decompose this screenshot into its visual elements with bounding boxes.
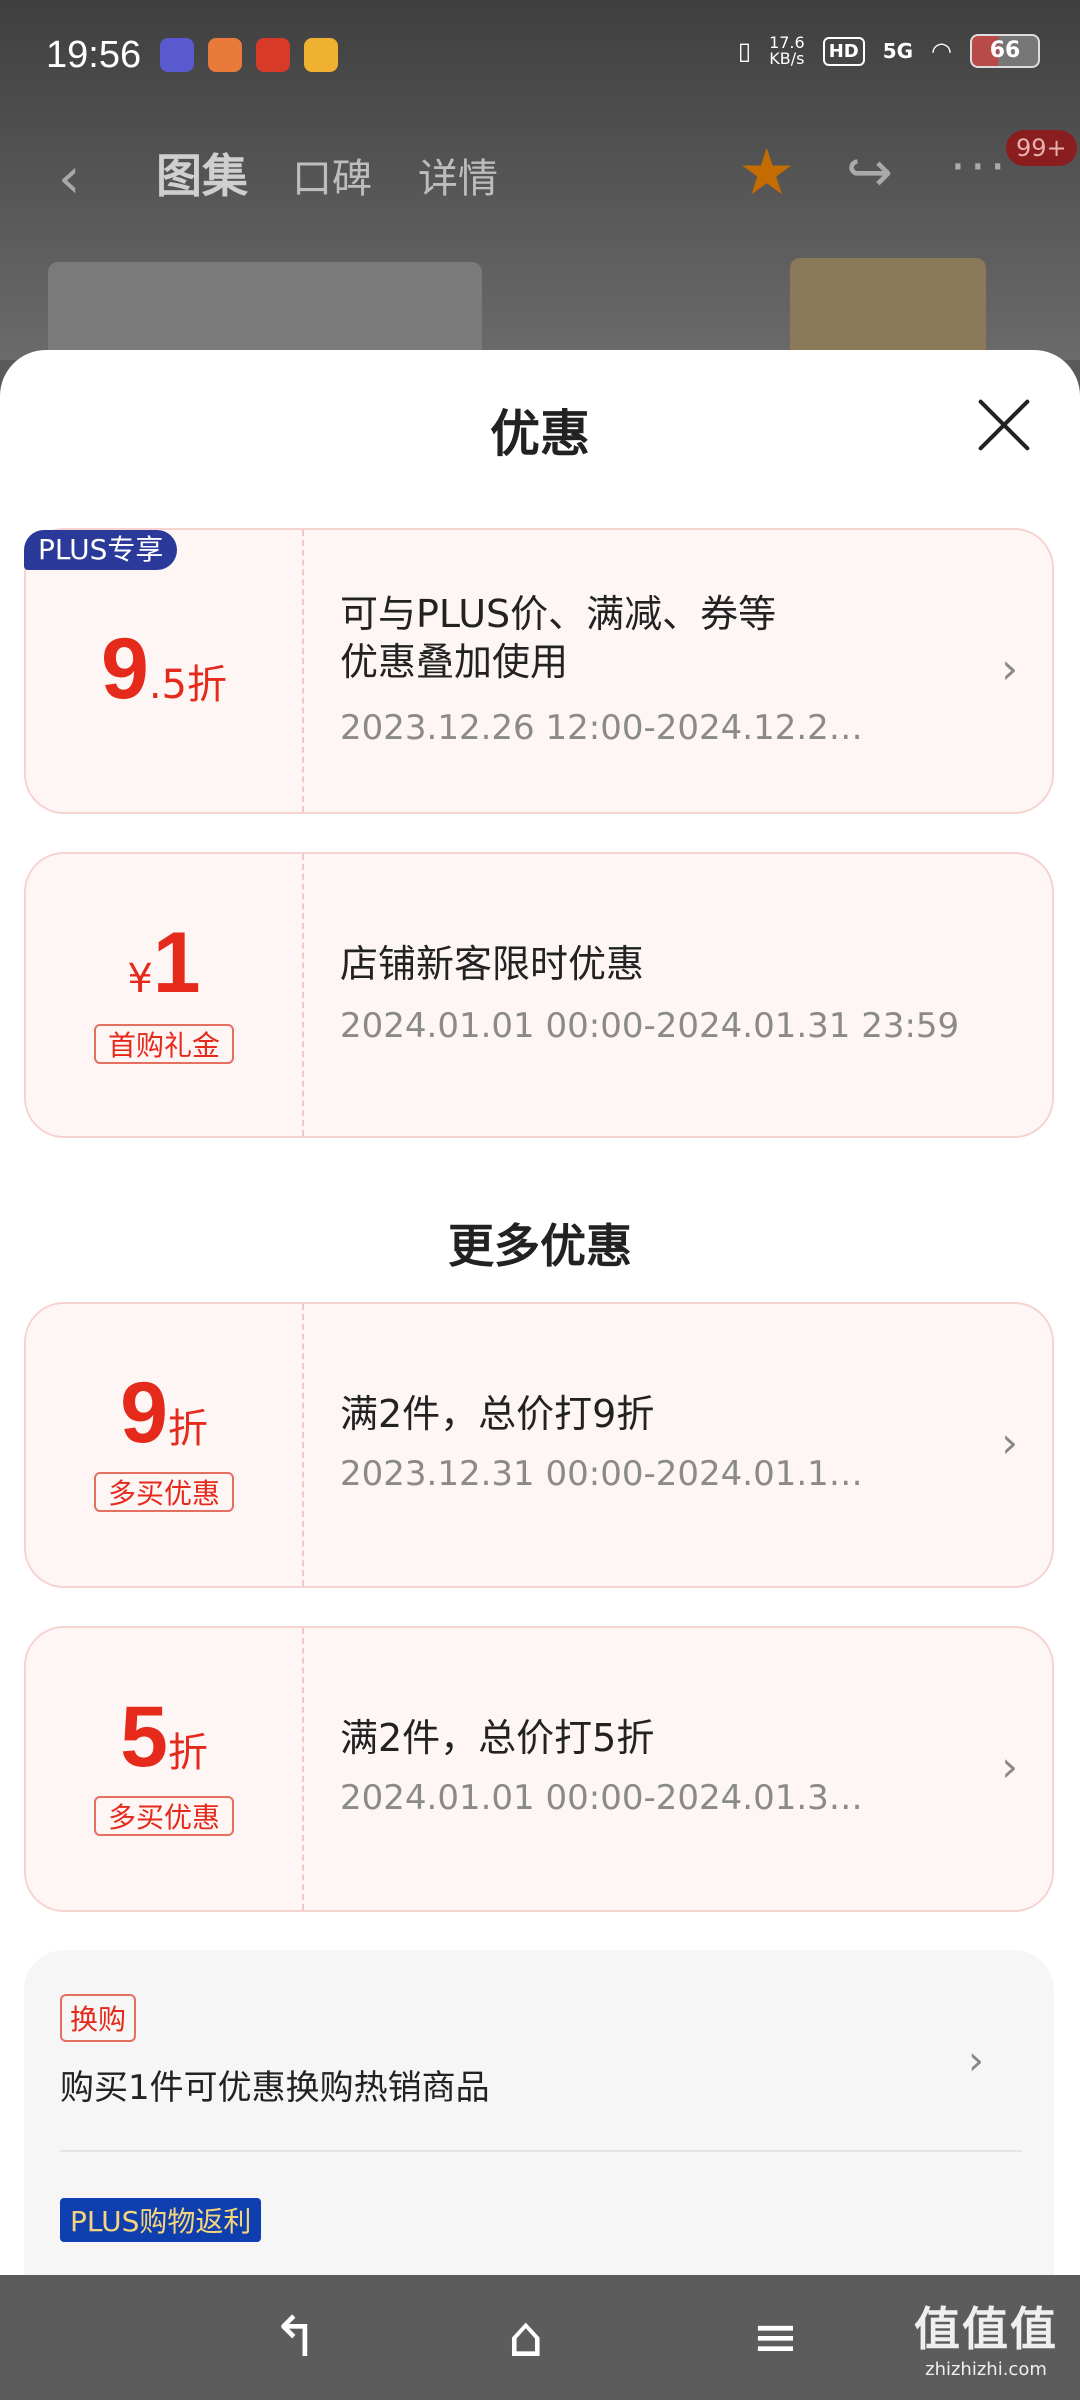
net-speed: 17.6 KB/s: [769, 35, 805, 67]
coupon-card-new-customer[interactable]: ¥1 首购礼金 店铺新客限时优惠 2024.01.01 00:00-2024.0…: [24, 852, 1054, 1138]
coupon-value-unit: 折: [167, 1730, 208, 1776]
menu-icon[interactable]: ≡: [752, 2305, 799, 2370]
coupon-value: 9折: [26, 1364, 302, 1463]
coupon-value-area: 5折 多买优惠: [26, 1628, 304, 1910]
divider: [60, 2150, 1022, 2152]
more-discounts-title: 更多优惠: [448, 1219, 632, 1273]
coupon-value-main: 9: [100, 621, 149, 717]
coupon-title: 满2件，总价打5折: [340, 1716, 655, 1760]
discount-sheet: 优惠 9.5折 可与PLUS价、满减、券等 优惠叠加使用 2023.12.26 …: [0, 350, 1080, 2275]
watermark-logo: 值值值: [914, 2302, 1058, 2356]
chevron-right-icon: ›: [1001, 1418, 1018, 1467]
coupon-date: 2024.01.01 00:00-2024.01.31 23:59: [340, 1006, 960, 1046]
watermark: 值值值 zhizhizhi.com: [914, 2293, 1058, 2380]
coupon-title-line1: 可与PLUS价、满减、券等: [340, 592, 777, 636]
coupon-date: 2023.12.26 12:00-2024.12.2…: [340, 708, 863, 748]
coupon-card-multi-buy[interactable]: 5折 多买优惠 满2件，总价打5折 2024.01.01 00:00-2024.…: [24, 1626, 1054, 1912]
coupon-title: 店铺新客限时优惠: [340, 942, 645, 986]
coupon-currency: ¥: [127, 956, 153, 1002]
exchange-text[interactable]: 购买1件可优惠换购热销商品: [60, 2060, 490, 2109]
plus-rebate-tag[interactable]: PLUS购物返利: [60, 2198, 262, 2242]
notification-icons: [160, 38, 338, 72]
chevron-right-icon: ›: [1001, 1742, 1018, 1791]
coupon-title: 可与PLUS价、满减、券等 优惠叠加使用: [340, 590, 776, 686]
coupon-value-area: 9折 多买优惠: [26, 1304, 304, 1586]
coupon-card-plus[interactable]: 9.5折 可与PLUS价、满减、券等 优惠叠加使用 2023.12.26 12:…: [24, 528, 1054, 814]
more-icon[interactable]: ···: [950, 138, 1010, 196]
coupon-date: 2024.01.01 00:00-2024.01.3…: [340, 1778, 863, 1818]
multi-buy-tag: 多买优惠: [94, 1472, 234, 1512]
coupon-value-main: 9: [120, 1365, 168, 1461]
favorite-star-icon[interactable]: ★: [738, 136, 795, 210]
net-speed-unit: KB/s: [769, 49, 805, 68]
vibrate-icon: ▯: [737, 37, 752, 65]
coupon-value-unit: 折: [167, 1406, 208, 1452]
coupon-value: 9.5折: [26, 620, 302, 719]
exchange-tag: 换购: [60, 1994, 137, 2042]
chevron-right-icon: ›: [1001, 644, 1018, 693]
back-gesture-icon[interactable]: ↰: [272, 2305, 319, 2370]
back-icon[interactable]: ‹: [58, 146, 80, 211]
coupon-date: 2023.12.31 00:00-2024.01.1…: [340, 1454, 863, 1494]
tab-reviews[interactable]: 口碑: [292, 146, 372, 204]
system-navigation-bar: ↰ ⌂ ≡ 值值值 zhizhizhi.com: [0, 2275, 1080, 2400]
battery-icon: 66: [970, 34, 1040, 68]
first-purchase-tag: 首购礼金: [94, 1024, 234, 1064]
signal-5g-icon: 5G: [882, 39, 914, 63]
app-notification-icon: [256, 38, 290, 72]
product-image: [48, 262, 482, 360]
product-nav-bar: ‹ 图集 口碑 详情 ★ ↪ ··· 99+: [0, 130, 1080, 220]
coupon-title: 满2件，总价打9折: [340, 1392, 655, 1436]
extra-offers-panel: 换购 购买1件可优惠换购热销商品 › PLUS购物返利: [24, 1950, 1054, 2275]
chevron-right-icon[interactable]: ›: [968, 2038, 984, 2084]
tab-gallery[interactable]: 图集: [156, 140, 248, 206]
multi-buy-tag: 多买优惠: [94, 1796, 234, 1836]
coupon-value-area: 9.5折: [26, 530, 304, 812]
coupon-value: 5折: [26, 1688, 302, 1787]
hd-icon: HD: [822, 36, 865, 66]
product-thumbnail: [790, 258, 986, 360]
sheet-title: 优惠: [490, 405, 590, 463]
status-indicators: ▯ 17.6 KB/s HD 5G ◠ 66: [738, 34, 1040, 68]
wifi-icon: ◠: [931, 37, 952, 65]
coupon-value-main: 5: [120, 1689, 168, 1785]
share-icon[interactable]: ↪: [846, 140, 893, 205]
app-notification-icon: [304, 38, 338, 72]
app-notification-icon: [160, 38, 194, 72]
message-count-badge: 99+: [1006, 130, 1077, 166]
coupon-value-unit: .5折: [148, 662, 227, 708]
coupon-title-line2: 优惠叠加使用: [340, 640, 569, 684]
coupon-card-multi-buy[interactable]: 9折 多买优惠 满2件，总价打9折 2023.12.31 00:00-2024.…: [24, 1302, 1054, 1588]
coupon-value: ¥1: [26, 914, 302, 1013]
coupon-value-main: 1: [152, 915, 201, 1011]
coupon-value-area: ¥1 首购礼金: [26, 854, 304, 1136]
app-notification-icon: [208, 38, 242, 72]
status-bar: 19:56 ▯ 17.6 KB/s HD 5G ◠ 66: [0, 0, 1080, 118]
plus-exclusive-badge: PLUS专享: [24, 530, 178, 570]
tab-details[interactable]: 详情: [418, 146, 498, 204]
close-icon[interactable]: [968, 390, 1038, 460]
status-time: 19:56: [46, 34, 142, 76]
home-icon[interactable]: ⌂: [508, 2305, 544, 2370]
watermark-url: zhizhizhi.com: [925, 2359, 1047, 2380]
